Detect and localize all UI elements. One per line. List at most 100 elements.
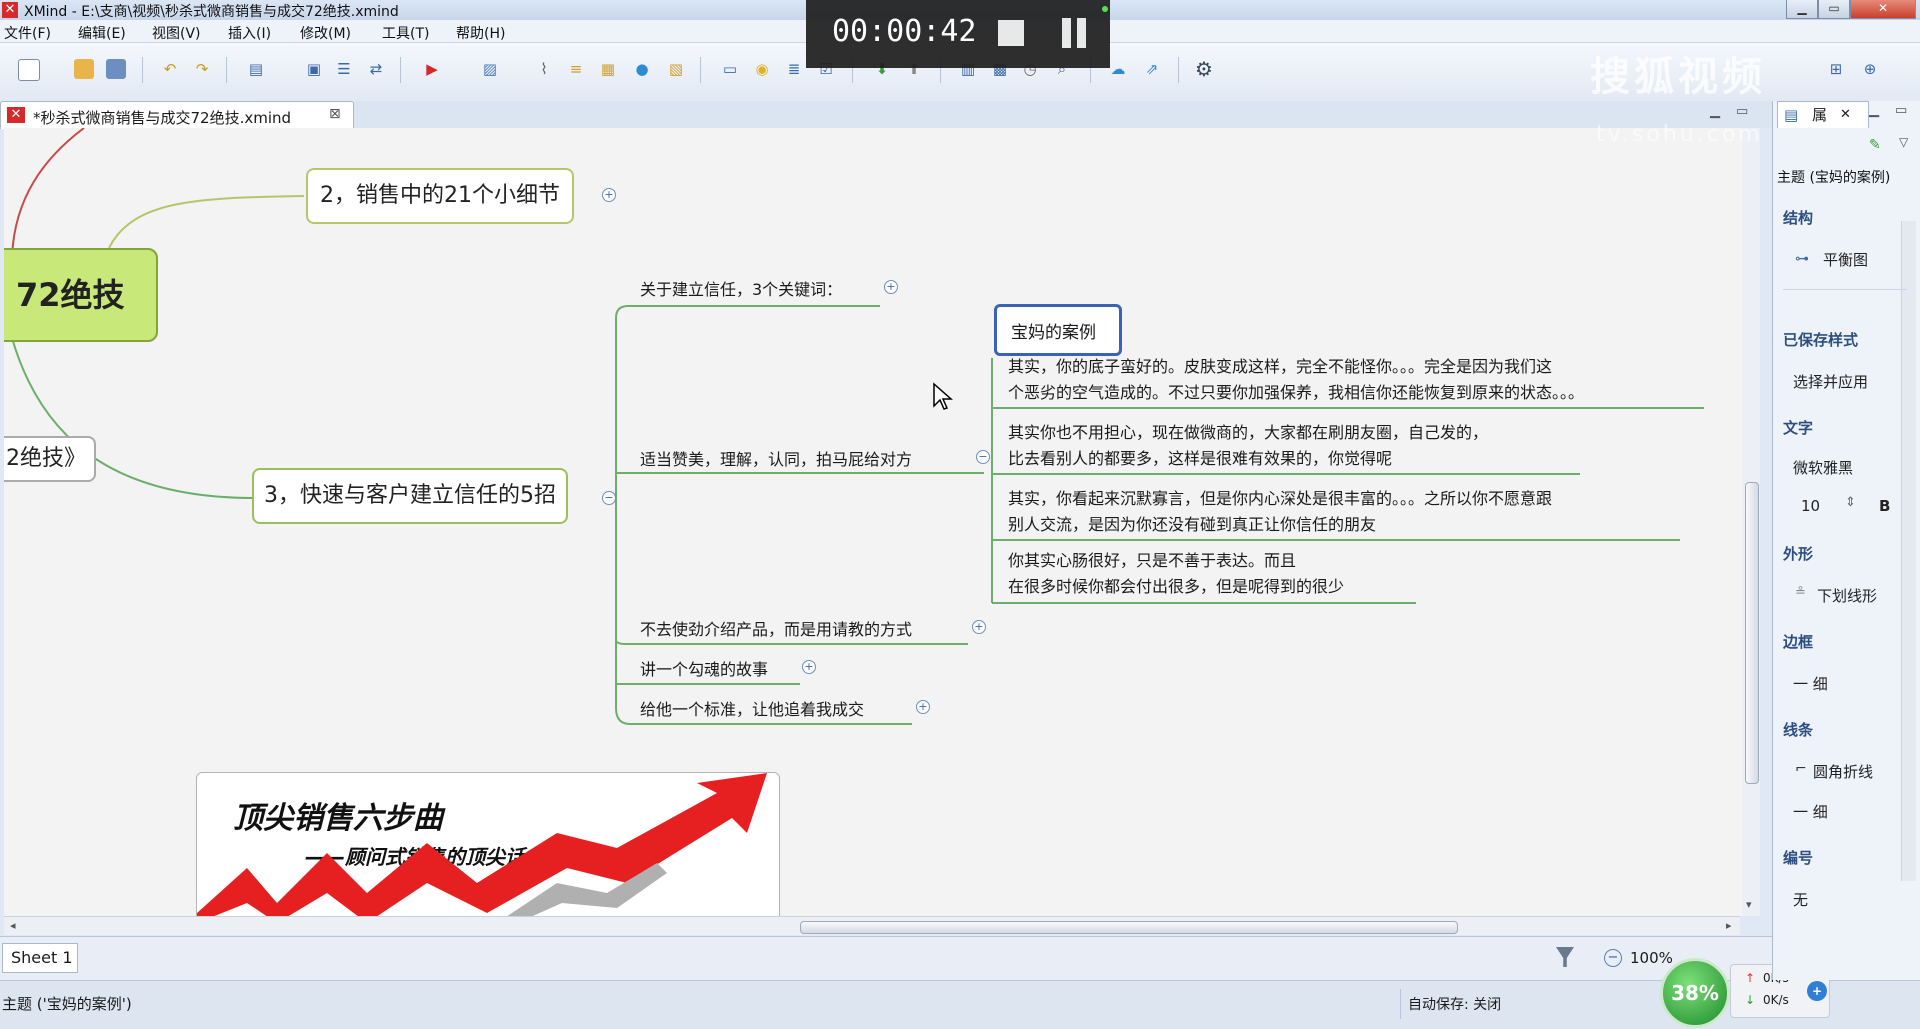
open-folder-icon[interactable] xyxy=(74,59,94,79)
label-icon[interactable]: ≡ xyxy=(566,59,586,79)
editor-minimize-icon[interactable]: ▁ xyxy=(1710,104,1720,119)
panel-scrollbar[interactable] xyxy=(1901,221,1916,881)
zoom-out-icon[interactable]: − xyxy=(1604,949,1622,967)
properties-tab[interactable]: ▤ 属 ✕ xyxy=(1777,101,1869,128)
numbering-value[interactable]: 无 xyxy=(1793,889,1808,910)
font-size-stepper-icon[interactable]: ⇕ xyxy=(1845,495,1856,510)
shape-value[interactable]: 下划线形 xyxy=(1817,585,1877,606)
vertical-scroll-thumb[interactable] xyxy=(1745,482,1759,784)
upload-cloud-icon[interactable]: ☁ xyxy=(1108,59,1128,79)
brainstorm-bulb-icon[interactable]: ◉ xyxy=(752,59,772,79)
scroll-left-icon[interactable]: ◂ xyxy=(10,919,16,932)
expand-subtopic-icon[interactable]: + xyxy=(972,620,986,634)
horizontal-scrollbar[interactable]: ◂ ▸ xyxy=(4,916,1740,935)
zoom-search-icon[interactable]: ⊕ xyxy=(1860,59,1880,79)
comment-icon[interactable]: ▧ xyxy=(666,59,686,79)
stop-recording-icon[interactable] xyxy=(998,20,1024,46)
font-family-value[interactable]: 微软雅黑 xyxy=(1793,457,1853,478)
hyperlink-icon[interactable]: ● xyxy=(632,59,652,79)
minimize-button[interactable]: ▁ xyxy=(1786,0,1818,19)
editor-tab[interactable]: ✕ *秒杀式微商销售与成交72绝技.xmind ⊠ xyxy=(0,101,354,129)
note-topic[interactable]: 其实你也不用担心，现在做微商的，大家都在刷朋友圈，自己发的， 比去看别人的都要多，… xyxy=(1008,420,1488,472)
panel-maximize-icon[interactable]: ▭ xyxy=(1895,103,1907,118)
filter-icon[interactable] xyxy=(1556,947,1574,967)
layout-icon[interactable]: ⊞ xyxy=(1826,59,1846,79)
topic-build-trust[interactable]: 3，快速与客户建立信任的5招 xyxy=(252,468,568,524)
relationship-icon[interactable]: ⇄ xyxy=(366,59,386,79)
section-saved-styles[interactable]: 已保存样式 xyxy=(1783,329,1903,350)
section-line[interactable]: 线条 xyxy=(1783,719,1903,740)
share-icon[interactable]: ⇗ xyxy=(1142,59,1162,79)
note-topic[interactable]: 其实，你看起来沉默寡言，但是你内心深处是很丰富的。。。之所以你不愿意跟 别人交流，… xyxy=(1008,486,1552,538)
editor-maximize-icon[interactable]: ▭ xyxy=(1736,104,1748,119)
panel-menu-icon[interactable]: ▽ xyxy=(1899,135,1908,149)
topic-sales-details[interactable]: 2，销售中的21个小细节 xyxy=(306,168,574,224)
pin-icon[interactable]: ✎ xyxy=(1869,137,1881,153)
collapse-topic-icon[interactable]: − xyxy=(602,491,616,505)
menu-edit[interactable]: 编辑(E) xyxy=(78,23,126,43)
new-file-icon[interactable] xyxy=(18,59,40,81)
book-topic-fragment[interactable]: 2绝技》 xyxy=(4,436,96,482)
vertical-scrollbar[interactable]: ▾ xyxy=(1742,128,1760,916)
line-width-value[interactable]: 一 细 xyxy=(1793,801,1828,822)
menu-view[interactable]: 视图(V) xyxy=(152,23,201,43)
note-topic[interactable]: 你其实心肠很好，只是不善于表达。而且 在很多时候你都会付出很多，但是呢得到的很少 xyxy=(1008,548,1344,600)
attachment-icon[interactable]: ⌇ xyxy=(534,59,554,79)
section-text[interactable]: 文字 xyxy=(1783,417,1903,438)
menu-modify[interactable]: 修改(M) xyxy=(300,23,351,43)
topic-icon[interactable]: ▤ xyxy=(246,59,266,79)
menu-tools[interactable]: 工具(T) xyxy=(382,23,429,43)
subtopic-keywords[interactable]: 关于建立信任，3个关键词： xyxy=(640,276,842,300)
redo-icon[interactable]: ↷ xyxy=(192,59,212,79)
mind-map-canvas[interactable]: 72绝技 2绝技》 2，销售中的21个小细节 + 3，快速与客户建立信任的5招 … xyxy=(4,128,1744,916)
settings-gear-icon[interactable]: ⚙ xyxy=(1194,59,1214,79)
outline-icon[interactable]: ≣ xyxy=(784,59,804,79)
note-topic[interactable]: 其实，你的底子蛮好的。皮肤变成这样，完全不能怪你。。。完全是因为我们这 个恶劣的空… xyxy=(1008,354,1584,406)
accelerate-plus-icon[interactable]: + xyxy=(1807,981,1827,1001)
expand-topic-icon[interactable]: + xyxy=(602,188,616,202)
menu-insert[interactable]: 插入(I) xyxy=(228,23,271,43)
embedded-image-card[interactable]: 顶尖销售六步曲 ——顾问式销售的顶尖话术解析 xyxy=(196,772,780,916)
subtopic-ask-advice[interactable]: 不去使劲介绍产品，而是用请教的方式 xyxy=(640,616,912,640)
section-shape[interactable]: 外形 xyxy=(1783,543,1903,564)
xmind-logo-icon: ✕ xyxy=(2,2,18,18)
undo-icon[interactable]: ↶ xyxy=(160,59,180,79)
notes-icon[interactable]: ▦ xyxy=(598,59,618,79)
font-size-value[interactable]: 10 xyxy=(1801,497,1820,515)
close-button[interactable]: ✕ xyxy=(1850,0,1916,19)
expand-subtopic-icon[interactable]: + xyxy=(884,280,898,294)
image-icon[interactable]: ▨ xyxy=(480,59,500,79)
sheet-tab[interactable]: Sheet 1 xyxy=(2,943,78,973)
pause-recording-icon[interactable] xyxy=(1060,18,1090,48)
bold-toggle[interactable]: B xyxy=(1879,497,1890,515)
section-border[interactable]: 边框 xyxy=(1783,631,1903,652)
save-icon[interactable] xyxy=(106,59,126,79)
collapse-subtopic-icon[interactable]: − xyxy=(976,450,990,464)
subtopic-story[interactable]: 讲一个勾魂的故事 xyxy=(640,656,768,680)
scroll-right-icon[interactable]: ▸ xyxy=(1726,919,1732,932)
section-numbering[interactable]: 编号 xyxy=(1783,847,1903,868)
border-value[interactable]: 一 细 xyxy=(1793,673,1828,694)
structure-value[interactable]: 平衡图 xyxy=(1823,249,1868,270)
subtopic-icon[interactable]: ▣ xyxy=(304,59,324,79)
subtopic-standard[interactable]: 给他一个标准，让他追着我成交 xyxy=(640,696,864,720)
menu-help[interactable]: 帮助(H) xyxy=(456,23,505,43)
menu-file[interactable]: 文件(F) xyxy=(4,23,51,43)
expand-subtopic-icon[interactable]: + xyxy=(916,700,930,714)
panel-close-icon[interactable]: ✕ xyxy=(1840,102,1851,128)
maximize-button[interactable]: ▭ xyxy=(1818,0,1850,19)
expand-subtopic-icon[interactable]: + xyxy=(802,660,816,674)
horizontal-scroll-thumb[interactable] xyxy=(800,921,1458,934)
tab-close-icon[interactable]: ⊠ xyxy=(329,106,341,122)
saved-styles-value[interactable]: 选择并应用 xyxy=(1793,371,1868,392)
selected-topic-baoma-case[interactable]: 宝妈的案例 xyxy=(994,304,1122,356)
scroll-down-icon[interactable]: ▾ xyxy=(1746,898,1752,911)
subtopic-praise[interactable]: 适当赞美，理解，认同，拍马屁给对方 xyxy=(640,446,912,470)
boundary-icon[interactable]: ☰ xyxy=(334,59,354,79)
panel-minimize-icon[interactable]: ▁ xyxy=(1869,103,1879,118)
line-shape-value[interactable]: 圆角折线 xyxy=(1813,761,1873,782)
presentation-icon[interactable]: ▭ xyxy=(720,59,740,79)
marker-flag-icon[interactable]: ▶ xyxy=(422,59,442,79)
section-structure[interactable]: 结构 xyxy=(1783,207,1903,228)
central-topic[interactable]: 72绝技 xyxy=(4,248,158,342)
